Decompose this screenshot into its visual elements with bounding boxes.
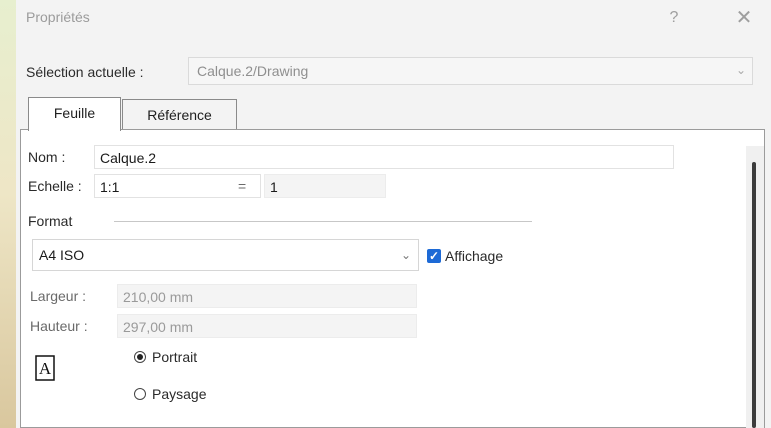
- name-field[interactable]: Calque.2: [94, 145, 674, 169]
- sheet-properties-panel: Nom : Calque.2 Echelle : 1:1 = 1 Format …: [20, 129, 765, 428]
- chevron-down-icon: ⌄: [735, 63, 746, 77]
- landscape-label: Paysage: [152, 386, 207, 402]
- panel-scrollbar[interactable]: [746, 146, 764, 428]
- height-field: 297,00 mm: [117, 314, 417, 338]
- format-group-divider: [114, 221, 532, 222]
- current-selection-value: Calque.2/Drawing: [197, 63, 309, 79]
- background-strip: [0, 0, 16, 428]
- portrait-radio[interactable]: [134, 351, 146, 363]
- close-button[interactable]: ✕: [726, 4, 762, 32]
- chevron-down-icon: ⌄: [400, 248, 411, 262]
- help-button[interactable]: ?: [659, 4, 689, 32]
- tab-reference[interactable]: Référence: [122, 99, 237, 131]
- current-selection-label: Sélection actuelle :: [26, 64, 144, 80]
- width-field: 210,00 mm: [117, 284, 417, 308]
- format-value: A4 ISO: [39, 247, 85, 263]
- window-title: Propriétés: [26, 9, 90, 25]
- page-orientation-icon: A: [35, 355, 55, 381]
- radio-selected-dot: [137, 354, 143, 360]
- scale-label: Echelle :: [28, 178, 82, 194]
- width-label: Largeur :: [30, 288, 87, 304]
- format-group-label: Format: [28, 213, 73, 229]
- current-selection-dropdown[interactable]: Calque.2/Drawing ⌄: [188, 57, 753, 85]
- portrait-label: Portrait: [152, 349, 198, 365]
- svg-text:A: A: [39, 359, 52, 378]
- title-bar: Propriétés ? ✕: [16, 0, 771, 40]
- equals-sign: =: [238, 178, 247, 194]
- landscape-radio[interactable]: [134, 388, 146, 400]
- scrollbar-thumb[interactable]: [752, 162, 756, 428]
- display-label: Affichage: [445, 248, 504, 264]
- scale-field[interactable]: 1:1: [94, 174, 261, 198]
- properties-dialog: Propriétés ? ✕ Sélection actuelle : Calq…: [16, 0, 771, 428]
- name-label: Nom :: [28, 149, 66, 165]
- scale-result-field: 1: [264, 174, 386, 198]
- display-checkbox[interactable]: ✓: [427, 249, 441, 263]
- tab-feuille[interactable]: Feuille: [28, 97, 121, 131]
- format-dropdown[interactable]: A4 ISO ⌄: [32, 239, 419, 271]
- height-label: Hauteur :: [30, 318, 88, 334]
